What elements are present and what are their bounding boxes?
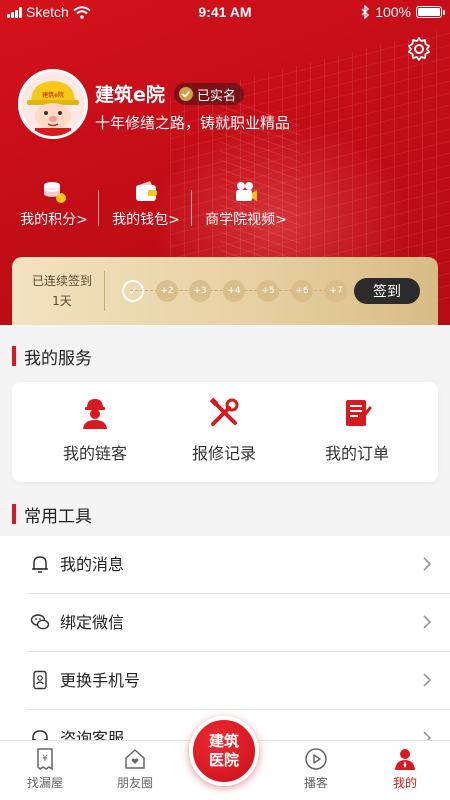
tools-icon [209, 397, 239, 426]
quick-link-wallet[interactable]: 我的钱包> [110, 180, 182, 229]
tab-moments[interactable]: 朋友圈 [100, 747, 170, 791]
wallet-icon [136, 181, 157, 201]
quick-links: 我的积分> 我的钱包> 商学院视频> [0, 180, 450, 230]
wechat-icon [30, 614, 50, 630]
tab-mine[interactable]: 我的 [370, 747, 440, 791]
tool-messages[interactable]: 我的消息 [26, 536, 450, 594]
battery-percent: 100% [375, 4, 411, 20]
status-bar: Sketch 9:41 AM 100% [0, 0, 450, 26]
verified-label: 已实名 [197, 88, 237, 104]
verified-badge: 已实名 [174, 83, 245, 105]
worker-avatar-image: 建筑e院 [21, 72, 85, 136]
chevron-right-icon [423, 557, 432, 571]
signin-day-5: +5 [257, 280, 279, 302]
house-heart-icon [125, 749, 145, 769]
signin-streak: 已连续签到 1天 [24, 271, 100, 311]
service-label: 我的链客 [62, 444, 127, 463]
signin-streak-value: 1天 [52, 294, 72, 308]
center-button-label: 建筑 医院 [208, 732, 239, 769]
gear-icon[interactable] [406, 36, 432, 62]
signin-card: 已连续签到 1天 ✓ +2 +3 +4 +5 +6 +7 签到 [12, 257, 438, 325]
tab-label: 朋友圈 [116, 776, 153, 790]
quick-link-video[interactable]: 商学院视频> [201, 180, 291, 229]
receipt-icon: ¥ [37, 748, 53, 771]
bell-icon [32, 556, 48, 573]
signin-day-2: +2 [156, 280, 178, 302]
chevron-right-icon [423, 673, 432, 687]
signin-day-1: ✓ [122, 280, 144, 302]
user-slogan: 十年修缮之路，铸就职业精品 [95, 114, 291, 132]
service-repair-records[interactable]: 报修记录 [164, 396, 284, 464]
service-my-orders[interactable]: 我的订单 [297, 396, 417, 464]
tool-label: 更换手机号 [60, 671, 141, 690]
tool-label: 咨询客服 [60, 729, 125, 740]
services-card: 我的链客 报修记录 我的订单 [12, 382, 438, 482]
signin-day-6: +6 [291, 280, 313, 302]
headset-icon [32, 730, 48, 740]
signin-button[interactable]: 签到 [354, 278, 420, 304]
helmet-label: 建筑e院 [42, 91, 64, 99]
chevron-right-icon [423, 615, 432, 629]
quick-link-wallet-label: 我的钱包> [112, 212, 180, 228]
divider [98, 190, 99, 226]
signin-day-7: +7 [325, 280, 347, 302]
coins-icon [44, 182, 66, 203]
tool-change-phone[interactable]: 更换手机号 [26, 652, 450, 710]
user-icon [395, 749, 415, 770]
profile-header: Sketch 9:41 AM 100% 建筑e院 建筑e院 已实名 十年修缮之路… [0, 0, 450, 325]
quick-link-points[interactable]: 我的积分> [18, 180, 90, 229]
tab-find-leak[interactable]: ¥ 找漏屋 [10, 747, 80, 791]
svg-text:¥: ¥ [42, 754, 48, 764]
play-icon [305, 748, 327, 770]
center-hospital-button[interactable]: 建筑 医院 [189, 716, 259, 786]
user-name: 建筑e院 [95, 84, 165, 106]
chevron-right-icon [423, 731, 432, 740]
avatar[interactable]: 建筑e院 [18, 69, 88, 139]
service-my-clients[interactable]: 我的链客 [35, 396, 155, 464]
signin-day-4: +4 [223, 280, 245, 302]
divider [191, 190, 192, 226]
signin-streak-label: 已连续签到 [31, 274, 92, 288]
tools-title: 常用工具 [12, 502, 92, 527]
tools-list: 我的消息 绑定微信 更换手机号 咨询客服 [0, 536, 450, 740]
video-camera-icon [236, 182, 257, 201]
battery-icon [416, 6, 445, 18]
tool-label: 绑定微信 [60, 613, 125, 632]
verified-shield-icon [179, 87, 193, 101]
tool-bind-wechat[interactable]: 绑定微信 [26, 594, 450, 652]
tab-podcast[interactable]: 播客 [281, 747, 351, 791]
signin-day-3: +3 [189, 280, 211, 302]
services-title: 我的服务 [12, 344, 92, 369]
bluetooth-icon [361, 5, 370, 19]
service-label: 我的订单 [324, 444, 389, 463]
tool-label: 我的消息 [60, 555, 125, 574]
phone-icon [33, 670, 47, 690]
quick-link-video-label: 商学院视频> [205, 212, 287, 228]
order-icon [346, 400, 372, 426]
quick-link-points-label: 我的积分> [20, 212, 88, 228]
tab-label: 播客 [303, 776, 328, 790]
divider [104, 271, 105, 311]
service-label: 报修记录 [191, 444, 256, 463]
worker-icon [83, 399, 107, 429]
tab-label: 找漏屋 [26, 776, 63, 790]
tab-label: 我的 [392, 776, 417, 790]
